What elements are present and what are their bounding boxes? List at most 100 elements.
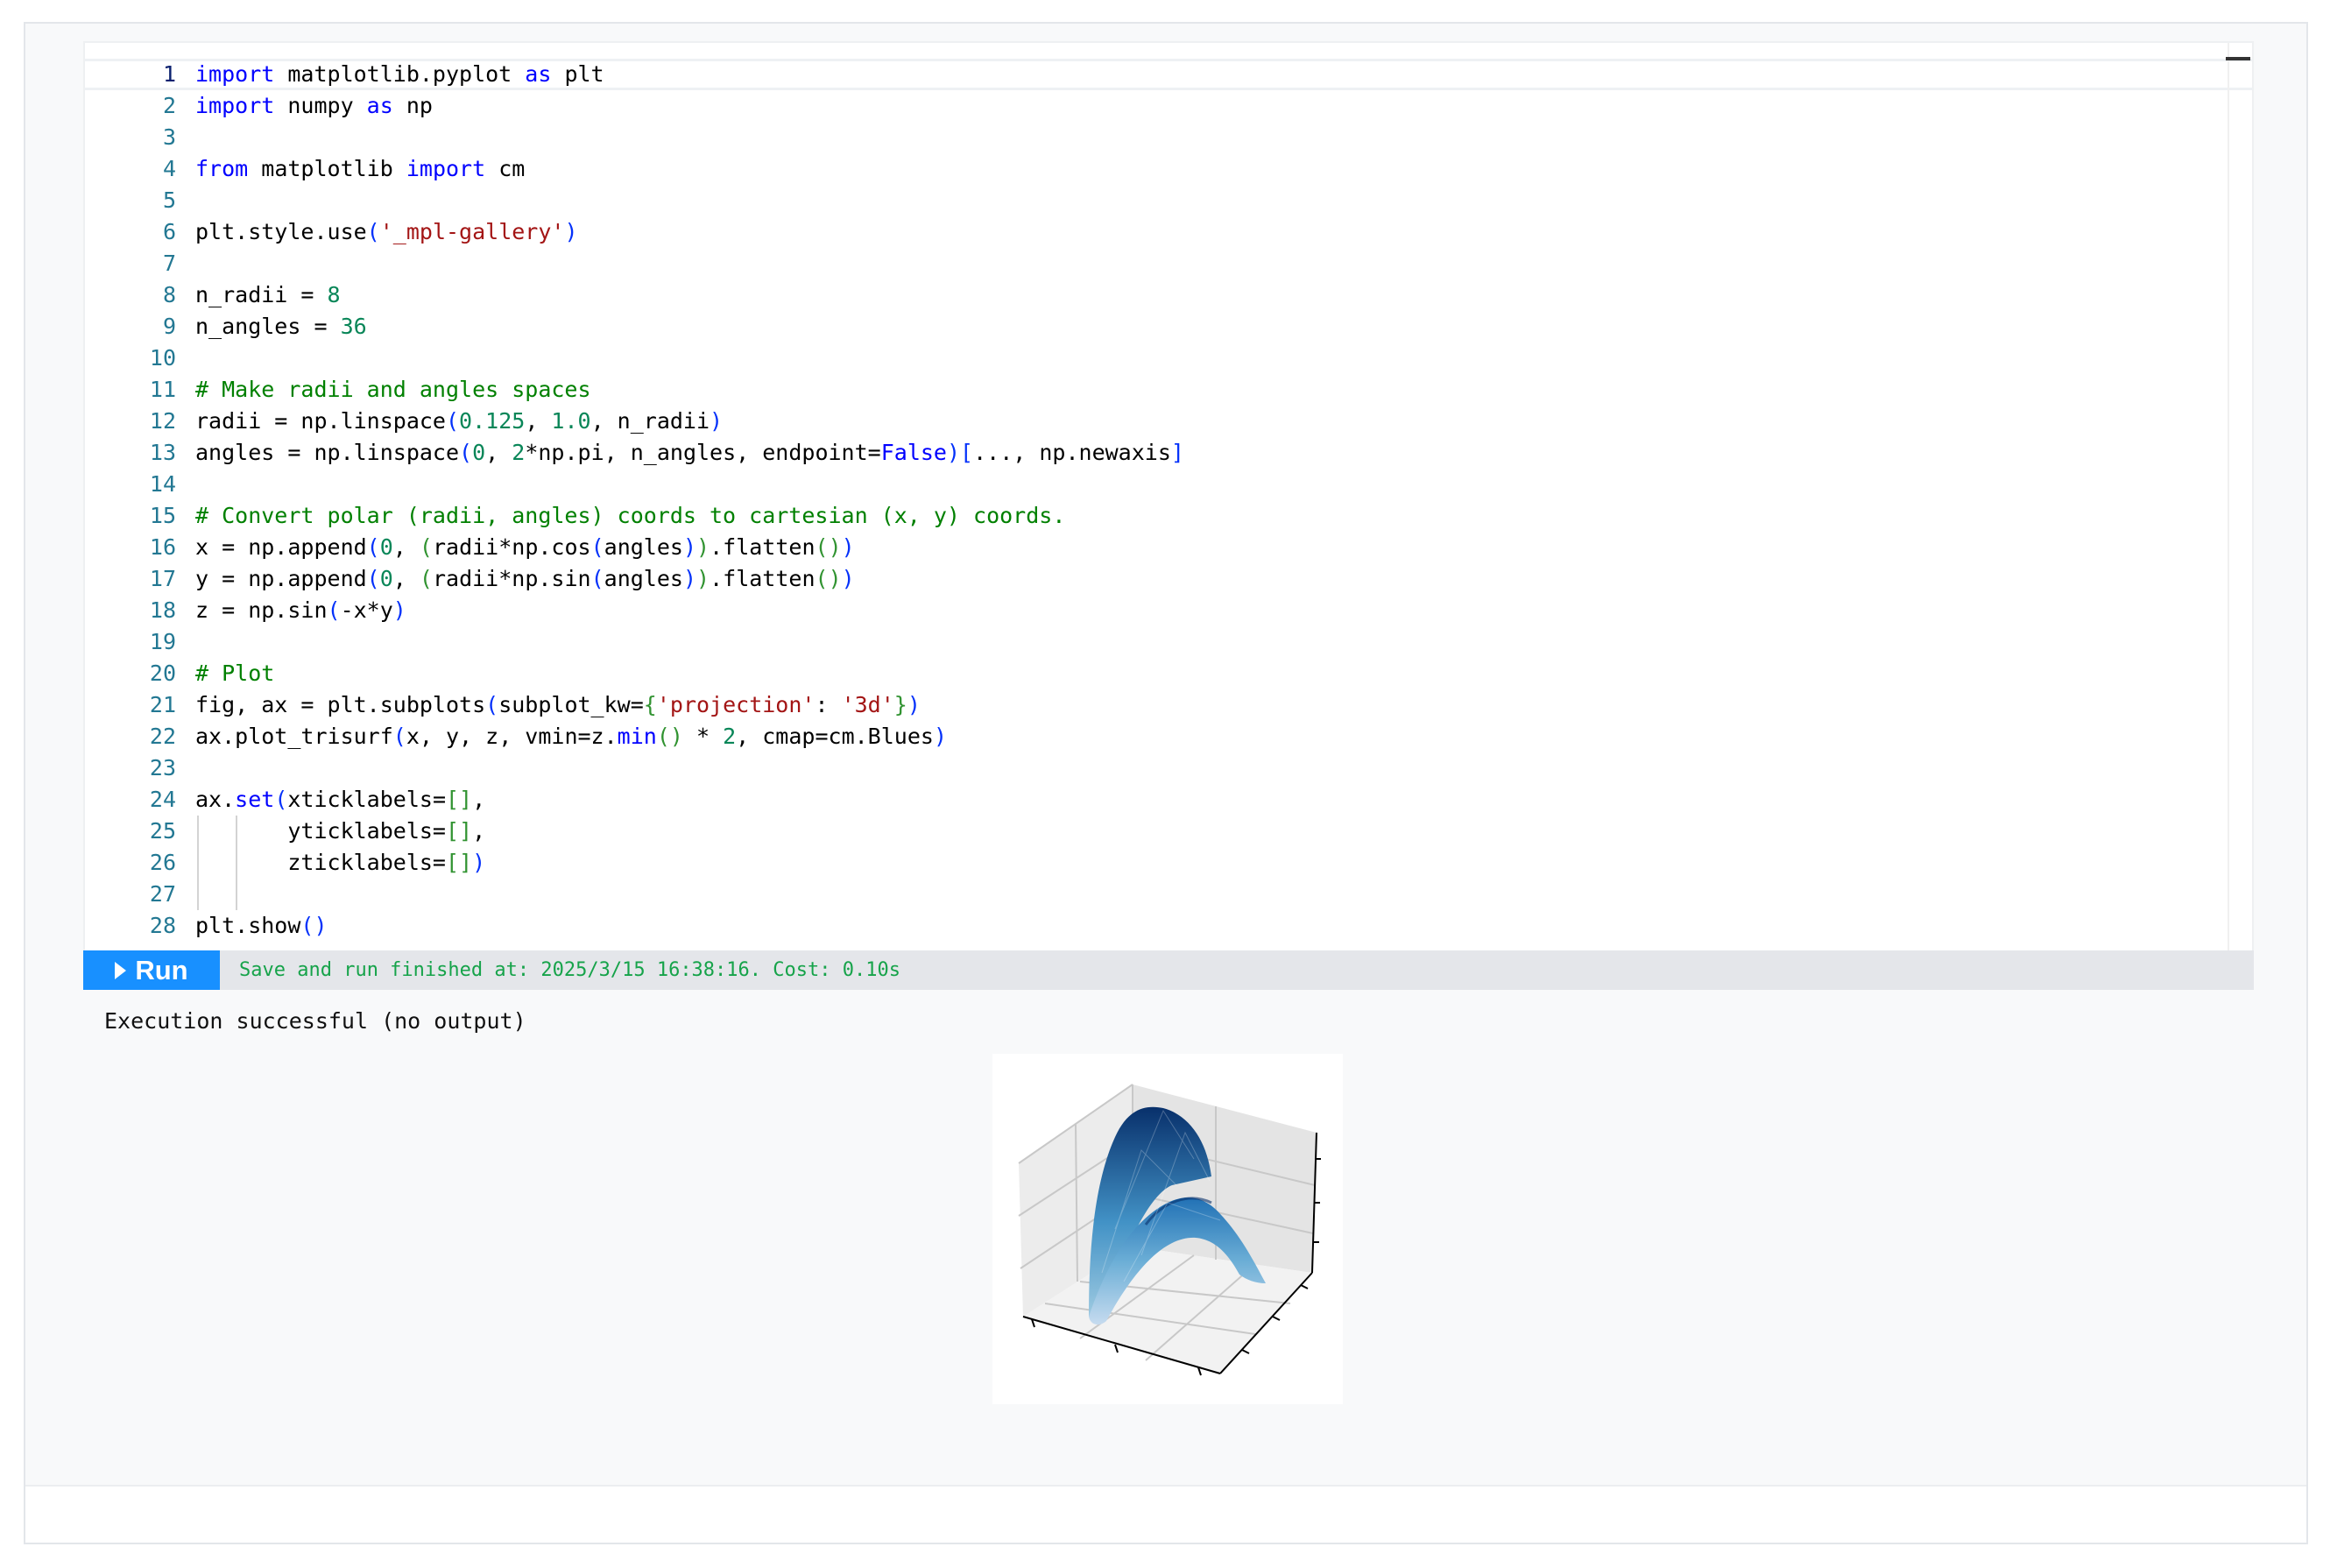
- code-line[interactable]: 6 plt.style.use('_mpl-gallery'): [85, 216, 2252, 248]
- code-token: ,: [525, 408, 552, 434]
- code-token: ): [946, 440, 961, 465]
- line-text: import matplotlib.pyplot as plt: [195, 59, 604, 90]
- line-number: 14: [149, 471, 176, 497]
- code-token: (: [485, 692, 499, 717]
- code-token: ): [564, 219, 578, 244]
- code-token: angles = np.linspace: [195, 440, 460, 465]
- code-line[interactable]: 11 # Make radii and angles spaces: [85, 374, 2252, 406]
- code-line[interactable]: 24 ax.set(xticklabels=[],: [85, 784, 2252, 816]
- line-number: 21: [149, 692, 176, 717]
- line-number: 19: [149, 629, 176, 654]
- code-editor[interactable]: 1 import matplotlib.pyplot as plt 2 import …: [83, 41, 2254, 967]
- line-number: 17: [149, 566, 176, 591]
- code-line[interactable]: 7: [85, 248, 2252, 279]
- line-text: y = np.append(0, (radii*np.sin(angles)).…: [195, 563, 855, 595]
- code-line[interactable]: 2 import numpy as np: [85, 90, 2252, 122]
- line-text: from matplotlib import cm: [195, 153, 525, 185]
- code-line[interactable]: 12 radii = np.linspace(0.125, 1.0, n_radi…: [85, 406, 2252, 437]
- line-number: 5: [162, 187, 176, 213]
- code-token: 2: [512, 440, 526, 465]
- code-token: x = np.append: [195, 534, 367, 560]
- code-token: 0: [379, 534, 393, 560]
- code-line[interactable]: 16 x = np.append(0, (radii*np.cos(angles)…: [85, 532, 2252, 563]
- code-token: 36: [340, 314, 367, 339]
- code-line[interactable]: 13 angles = np.linspace(0, 2*np.pi, n_ang…: [85, 437, 2252, 469]
- line-number: 20: [149, 660, 176, 686]
- code-token: fig, ax = plt.subplots: [195, 692, 486, 717]
- line-number: 15: [149, 503, 176, 528]
- code-token: min: [617, 724, 657, 749]
- line-number: 7: [162, 251, 176, 276]
- code-line[interactable]: 25 yticklabels=[],: [85, 816, 2252, 847]
- line-number: 26: [149, 850, 176, 875]
- code-token: 0.125: [459, 408, 526, 434]
- line-text: fig, ax = plt.subplots(subplot_kw={'proj…: [195, 689, 921, 721]
- code-lines[interactable]: 1 import matplotlib.pyplot as plt 2 import …: [85, 59, 2252, 942]
- code-line[interactable]: 20 # Plot: [85, 658, 2252, 689]
- cell-footer: [25, 1485, 2306, 1543]
- code-token: (: [392, 724, 406, 749]
- play-icon: [115, 961, 127, 979]
- line-number: 24: [149, 787, 176, 812]
- line-number: 9: [162, 314, 176, 339]
- code-line[interactable]: 21 fig, ax = plt.subplots(subplot_kw={'pr…: [85, 689, 2252, 721]
- line-text: angles = np.linspace(0, 2*np.pi, n_angle…: [195, 437, 1184, 469]
- line-number: 27: [149, 881, 176, 907]
- line-number: 10: [149, 345, 176, 371]
- code-token: np: [392, 93, 433, 118]
- code-line[interactable]: 1 import matplotlib.pyplot as plt: [85, 59, 2252, 90]
- code-token: ): [933, 724, 947, 749]
- line-text: n_angles = 36: [195, 311, 367, 343]
- code-line[interactable]: 18 z = np.sin(-x*y): [85, 595, 2252, 626]
- code-line[interactable]: 5: [85, 185, 2252, 216]
- run-bar: Run Save and run finished at: 2025/3/15 …: [83, 950, 2254, 990]
- code-token: matplotlib: [248, 156, 406, 181]
- code-line[interactable]: 15 # Convert polar (radii, angles) coords…: [85, 500, 2252, 532]
- code-token: , n_radii: [590, 408, 710, 434]
- line-text: z = np.sin(-x*y): [195, 595, 406, 626]
- code-token: ax.: [195, 787, 236, 812]
- code-line[interactable]: 28 plt.show(): [85, 910, 2252, 942]
- code-token: radii*np.cos: [432, 534, 591, 560]
- code-line[interactable]: 23: [85, 752, 2252, 784]
- code-token: ,: [392, 534, 420, 560]
- code-token: n_radii =: [195, 282, 328, 307]
- code-token: (): [815, 534, 842, 560]
- code-line[interactable]: 9 n_angles = 36: [85, 311, 2252, 343]
- code-token: ): [392, 597, 406, 623]
- line-text: zticklabels=[]): [195, 847, 485, 879]
- code-token: False: [880, 440, 947, 465]
- code-token: (): [815, 566, 842, 591]
- code-token: , cmap=cm.Blues: [736, 724, 934, 749]
- run-button[interactable]: Run: [83, 950, 220, 990]
- code-token: ,: [485, 440, 512, 465]
- code-line[interactable]: 10: [85, 343, 2252, 374]
- line-number: 18: [149, 597, 176, 623]
- code-line[interactable]: 17 y = np.append(0, (radii*np.sin(angles)…: [85, 563, 2252, 595]
- code-token: *np.pi, n_angles, endpoint=: [525, 440, 881, 465]
- editor-scrollbar[interactable]: [2228, 43, 2229, 965]
- code-line[interactable]: 3: [85, 122, 2252, 153]
- code-token: # Plot: [195, 660, 275, 686]
- code-line[interactable]: 14: [85, 469, 2252, 500]
- code-token: from: [195, 156, 249, 181]
- line-number: 11: [149, 377, 176, 402]
- code-token: # Make radii and angles spaces: [195, 377, 591, 402]
- code-token: plt.show: [195, 913, 301, 938]
- code-line[interactable]: 8 n_radii = 8: [85, 279, 2252, 311]
- line-text: ax.plot_trisurf(x, y, z, vmin=z.min() * …: [195, 721, 947, 752]
- code-token: import: [406, 156, 486, 181]
- code-token: 8: [327, 282, 341, 307]
- line-number: 1: [162, 61, 176, 87]
- scroll-position-marker: [2226, 57, 2250, 60]
- code-line[interactable]: 26 zticklabels=[]): [85, 847, 2252, 879]
- code-token: zticklabels=: [195, 850, 446, 875]
- code-line[interactable]: 27: [85, 879, 2252, 910]
- code-token: z = np.sin: [195, 597, 328, 623]
- code-line[interactable]: 19: [85, 626, 2252, 658]
- line-number: 8: [162, 282, 176, 307]
- code-line[interactable]: 4 from matplotlib import cm: [85, 153, 2252, 185]
- code-line[interactable]: 22 ax.plot_trisurf(x, y, z, vmin=z.min() …: [85, 721, 2252, 752]
- line-text: x = np.append(0, (radii*np.cos(angles)).…: [195, 532, 855, 563]
- code-token: cm: [485, 156, 526, 181]
